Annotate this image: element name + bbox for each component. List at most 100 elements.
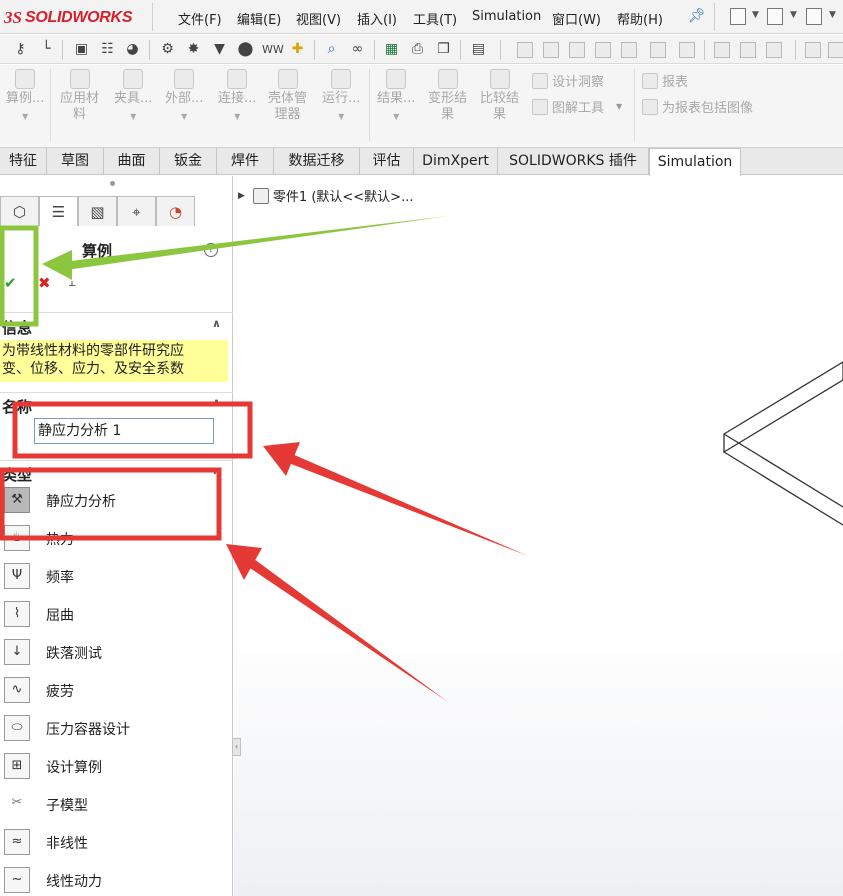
connections-button[interactable]: 连接... ▼ xyxy=(218,69,256,125)
spring-icon[interactable]: WW xyxy=(262,41,284,58)
new-report-icon[interactable]: ❐ xyxy=(435,41,452,58)
design-insight-button[interactable]: 设计洞察 xyxy=(532,71,604,90)
study-type-label: 压力容器设计 xyxy=(46,722,130,738)
list-item[interactable]: ✂ 子模型 xyxy=(0,786,233,820)
compare-results-button[interactable]: 比较结 果 xyxy=(480,69,519,123)
view-cube-icon[interactable] xyxy=(679,42,695,58)
tab-data-migration[interactable]: 数据迁移 xyxy=(274,148,360,175)
pushpin-icon[interactable]: ⫠ xyxy=(68,275,76,290)
excel-icon[interactable]: ▦ xyxy=(383,41,400,58)
globe-icon[interactable]: ◕ xyxy=(124,41,141,58)
tab-weldments[interactable]: 焊件 xyxy=(217,148,274,175)
list-item[interactable]: ⬭ 压力容器设计 xyxy=(0,710,233,744)
printer-icon[interactable]: ⎙ xyxy=(409,41,426,58)
view-cube-icon[interactable] xyxy=(650,42,666,58)
ok-icon[interactable]: ✔ xyxy=(4,274,17,292)
chevron-down-icon[interactable]: ▼ xyxy=(829,10,836,20)
section-view-icon[interactable] xyxy=(714,42,730,58)
panel-grip[interactable] xyxy=(110,181,115,186)
view-cube-icon[interactable] xyxy=(569,42,585,58)
view-cube-icon[interactable] xyxy=(543,42,559,58)
tab-evaluate[interactable]: 评估 xyxy=(360,148,414,175)
deformed-icon xyxy=(437,69,458,89)
list-item[interactable]: ⚒ 静应力分析 xyxy=(0,482,233,516)
deformed-result-button[interactable]: 变形结 果 xyxy=(428,69,467,123)
display-manager-tab-icon[interactable]: ◔ xyxy=(156,196,195,226)
graphics-area[interactable]: ▶ 零件1 (默认<<默认>... xyxy=(234,176,843,896)
results-button[interactable]: 结果... ▼ xyxy=(377,69,415,125)
menu-insert[interactable]: 插入(I) xyxy=(357,9,397,28)
type-section-header[interactable]: 类型 ∧ xyxy=(0,462,233,484)
list-item[interactable]: ♨ 热力 xyxy=(0,520,233,554)
include-image-button[interactable]: 为报表包括图像 xyxy=(642,97,753,116)
menu-tools[interactable]: 工具(T) xyxy=(413,9,457,28)
study-button[interactable]: 算例... ▼ xyxy=(6,69,44,125)
view-cube-icon[interactable] xyxy=(517,42,533,58)
chevron-down-icon[interactable]: ▼ xyxy=(752,10,759,20)
new-document-icon[interactable] xyxy=(730,8,746,25)
pin-icon[interactable]: 📌︎ xyxy=(688,8,706,24)
list-item[interactable]: Ψ 频率 xyxy=(0,558,233,592)
menu-window[interactable]: 窗口(W) xyxy=(552,9,601,28)
save-icon[interactable] xyxy=(806,8,822,25)
menu-simulation[interactable]: Simulation xyxy=(472,9,541,24)
key-icon[interactable]: ⚷ xyxy=(12,41,29,58)
bowl-icon[interactable]: ▼ xyxy=(211,41,228,58)
section-view-icon[interactable] xyxy=(766,42,782,58)
chevron-down-icon[interactable]: ▼ xyxy=(790,10,797,20)
view-cube-icon[interactable] xyxy=(621,42,637,58)
fixtures-button[interactable]: 夹具... ▼ xyxy=(114,69,152,125)
menu-edit[interactable]: 编辑(E) xyxy=(237,9,281,28)
feature-tree-root[interactable]: ▶ 零件1 (默认<<默认>... xyxy=(238,186,413,205)
monitor-icon[interactable]: ▣ xyxy=(73,41,90,58)
section-view-icon[interactable] xyxy=(740,42,756,58)
binoculars-icon[interactable]: ∞ xyxy=(349,41,366,58)
tab-surfaces[interactable]: 曲面 xyxy=(104,148,160,175)
list-item[interactable]: ∼ 线性动力 xyxy=(0,862,233,896)
list-item[interactable]: ≈ 非线性 xyxy=(0,824,233,858)
settings-icon[interactable]: ✸ xyxy=(185,41,202,58)
help-icon[interactable]: ? xyxy=(204,243,218,257)
property-manager-tab-icon[interactable]: ☰ xyxy=(39,196,78,226)
tab-features[interactable]: 特征 xyxy=(0,148,47,175)
connector-icon[interactable]: ✚ xyxy=(289,41,306,58)
name-section-header[interactable]: 名称 ∧ xyxy=(0,394,233,416)
plot-tools-button[interactable]: 图解工具 ▼ xyxy=(532,97,622,116)
location-pin-icon[interactable]: ⬤ xyxy=(237,41,254,58)
sketch-axis-icon[interactable]: └ xyxy=(38,41,55,58)
chevron-right-icon[interactable]: ▶ xyxy=(238,191,245,201)
menu-view[interactable]: 视图(V) xyxy=(296,9,341,28)
study-name-field[interactable]: 静应力分析 1 xyxy=(34,418,214,444)
list-item[interactable]: ↓ 跌落测试 xyxy=(0,634,233,668)
tab-dimxpert[interactable]: DimXpert xyxy=(414,148,498,175)
info-section-header[interactable]: 信息 ∧ xyxy=(0,315,233,337)
hierarchy-icon[interactable]: ☷ xyxy=(99,41,116,58)
menu-file[interactable]: 文件(F) xyxy=(178,9,222,28)
tab-solidworks-addins[interactable]: SOLIDWORKS 插件 xyxy=(498,148,649,175)
configuration-manager-tab-icon[interactable]: ▧ xyxy=(78,196,117,226)
apply-material-button[interactable]: 应用材 料 xyxy=(60,69,99,123)
external-loads-button[interactable]: 外部... ▼ xyxy=(165,69,203,125)
panel-collapse-handle[interactable]: ‹ xyxy=(232,738,241,756)
magnifier-icon[interactable]: ⌕ xyxy=(323,41,340,58)
clipboard-icon[interactable]: ▤ xyxy=(470,41,487,58)
section-view-icon[interactable] xyxy=(805,42,821,58)
section-view-icon[interactable] xyxy=(828,42,843,58)
menu-help[interactable]: 帮助(H) xyxy=(617,9,663,28)
cancel-icon[interactable]: ✖ xyxy=(38,274,51,292)
solidworks-logo[interactable]: 3S SOLIDWORKS xyxy=(4,7,133,29)
gear-icon[interactable]: ⚙ xyxy=(159,41,176,58)
list-item[interactable]: ⌇ 屈曲 xyxy=(0,596,233,630)
shell-manager-button[interactable]: 壳体管 理器 xyxy=(268,69,307,123)
view-cube-icon[interactable] xyxy=(595,42,611,58)
feature-manager-tab-icon[interactable]: ⬡ xyxy=(0,196,39,226)
list-item[interactable]: ⊞ 设计算例 xyxy=(0,748,233,782)
list-item[interactable]: ∿ 疲劳 xyxy=(0,672,233,706)
run-button[interactable]: 运行... ▼ xyxy=(322,69,360,125)
tab-sheet-metal[interactable]: 钣金 xyxy=(160,148,217,175)
tab-simulation[interactable]: Simulation xyxy=(649,148,741,176)
tab-sketch[interactable]: 草图 xyxy=(47,148,104,175)
report-button[interactable]: 报表 xyxy=(642,71,688,90)
open-folder-icon[interactable] xyxy=(767,8,783,25)
dimxpert-manager-tab-icon[interactable]: ⌖ xyxy=(117,196,156,226)
